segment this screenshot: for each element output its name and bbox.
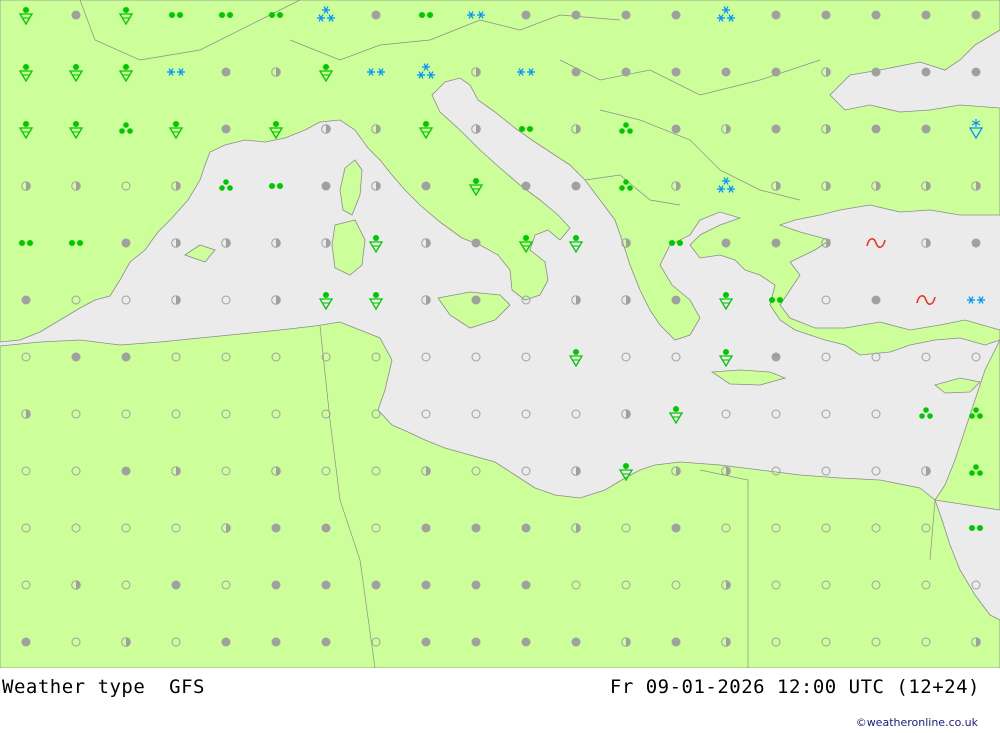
cloudy-dot-icon xyxy=(371,10,381,20)
cloudy-dot-icon xyxy=(671,10,681,20)
cloudy-dot-icon xyxy=(871,295,881,305)
cloudy-dot-icon xyxy=(521,10,531,20)
weather-map xyxy=(0,0,1000,668)
cloudy-dot-icon xyxy=(921,124,931,134)
cloudy-dot-icon xyxy=(121,238,131,248)
cloudy-dot-icon xyxy=(221,637,231,647)
cloudy-dot-icon xyxy=(771,124,781,134)
cloudy-dot-icon xyxy=(471,523,481,533)
cloudy-dot-icon xyxy=(471,238,481,248)
cloudy-dot-icon xyxy=(271,580,281,590)
cloudy-dot-icon xyxy=(321,637,331,647)
cloudy-dot-icon xyxy=(221,67,231,77)
cloudy-dot-icon xyxy=(671,637,681,647)
cloudy-dot-icon xyxy=(521,580,531,590)
cloudy-dot-icon xyxy=(121,466,131,476)
cloudy-dot-icon xyxy=(671,295,681,305)
cloudy-dot-icon xyxy=(221,124,231,134)
cloudy-dot-icon xyxy=(871,10,881,20)
cloudy-dot-icon xyxy=(621,67,631,77)
credit-link[interactable]: ©weatheronline.co.uk xyxy=(856,716,978,729)
cloudy-dot-icon xyxy=(421,523,431,533)
cloudy-dot-icon xyxy=(571,637,581,647)
cloudy-dot-icon xyxy=(771,238,781,248)
cloudy-dot-icon xyxy=(571,67,581,77)
cloudy-dot-icon xyxy=(821,10,831,20)
cloudy-dot-icon xyxy=(321,523,331,533)
cloudy-dot-icon xyxy=(721,67,731,77)
cloudy-dot-icon xyxy=(871,124,881,134)
cloudy-dot-icon xyxy=(921,67,931,77)
cloudy-dot-icon xyxy=(571,10,581,20)
cloudy-dot-icon xyxy=(771,352,781,362)
cloudy-dot-icon xyxy=(71,352,81,362)
map-title: Weather type GFS xyxy=(2,676,205,698)
cloudy-dot-icon xyxy=(971,67,981,77)
cloudy-dot-icon xyxy=(721,238,731,248)
cloudy-dot-icon xyxy=(371,580,381,590)
cloudy-dot-icon xyxy=(671,523,681,533)
cloudy-dot-icon xyxy=(521,523,531,533)
cloudy-dot-icon xyxy=(771,67,781,77)
cloudy-dot-icon xyxy=(321,580,331,590)
cloudy-dot-icon xyxy=(21,295,31,305)
cloudy-dot-icon xyxy=(271,523,281,533)
cloudy-dot-icon xyxy=(171,580,181,590)
cloudy-dot-icon xyxy=(271,637,281,647)
cloudy-dot-icon xyxy=(121,352,131,362)
forecast-datetime: Fr 09-01-2026 12:00 UTC (12+24) xyxy=(609,676,980,698)
cloudy-dot-icon xyxy=(621,10,631,20)
cloudy-dot-icon xyxy=(971,238,981,248)
cloudy-dot-icon xyxy=(471,580,481,590)
cloudy-dot-icon xyxy=(21,637,31,647)
cloudy-dot-icon xyxy=(71,10,81,20)
cloudy-dot-icon xyxy=(921,10,931,20)
cloudy-dot-icon xyxy=(671,67,681,77)
cloudy-dot-icon xyxy=(571,181,581,191)
cloudy-dot-icon xyxy=(421,637,431,647)
cloudy-dot-icon xyxy=(471,295,481,305)
cloudy-dot-icon xyxy=(521,637,531,647)
cloudy-dot-icon xyxy=(421,580,431,590)
cloudy-dot-icon xyxy=(971,10,981,20)
cloudy-dot-icon xyxy=(521,181,531,191)
cloudy-dot-icon xyxy=(321,181,331,191)
cloudy-dot-icon xyxy=(871,67,881,77)
cloudy-dot-icon xyxy=(771,10,781,20)
cloudy-dot-icon xyxy=(471,637,481,647)
cloudy-dot-icon xyxy=(671,124,681,134)
cloudy-dot-icon xyxy=(421,181,431,191)
